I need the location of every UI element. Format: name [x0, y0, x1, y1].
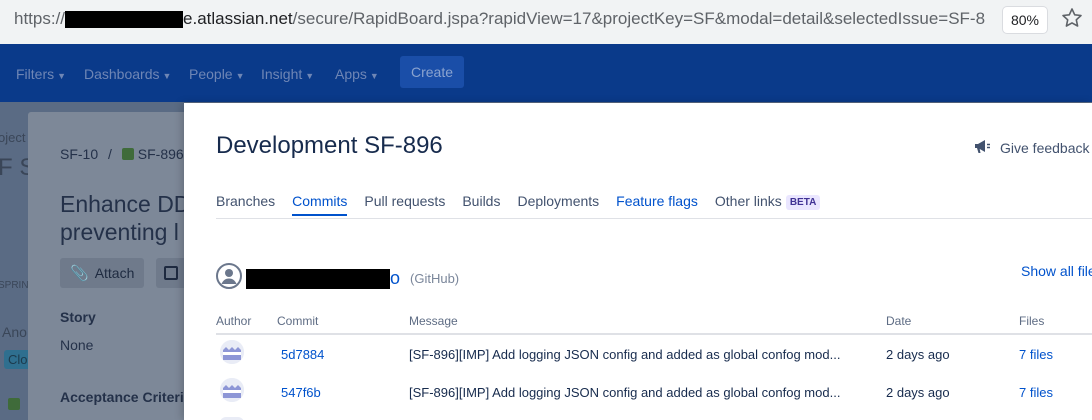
tab-bar: Branches Commits Pull requests Builds De…: [216, 193, 837, 216]
nav-insight[interactable]: Insight ▼: [261, 66, 314, 82]
project-breadcrumb: oject: [0, 130, 26, 145]
column-date: Date: [886, 314, 912, 328]
column-author: Author: [216, 314, 252, 328]
parent-issue-link[interactable]: SF-10: [60, 146, 98, 162]
commit-message: [SF-896][IMP] Add logging JSON config an…: [409, 385, 841, 400]
issue-title-line2: preventing l: [60, 219, 179, 245]
repository-name[interactable]: o: [390, 268, 400, 289]
tab-other-links[interactable]: Other links BETA: [714, 193, 821, 216]
story-icon: [8, 398, 20, 410]
tab-feature-flags[interactable]: Feature flags: [616, 193, 698, 216]
show-all-files-link[interactable]: Show all file: [1021, 263, 1092, 279]
give-feedback-button[interactable]: Give feedback: [972, 136, 1090, 159]
commit-hash-link[interactable]: 5d7884: [281, 347, 324, 362]
url-prefix: https://: [14, 9, 66, 28]
commit-hash-link[interactable]: 547f6b: [281, 385, 321, 400]
tab-builds[interactable]: Builds: [462, 193, 500, 216]
ano-label: Ano: [2, 324, 27, 340]
tab-commits[interactable]: Commits: [292, 193, 348, 216]
nav-label: Dashboards: [84, 66, 160, 82]
megaphone-icon: [972, 136, 992, 159]
nav-apps[interactable]: Apps ▼: [335, 66, 379, 82]
column-commit: Commit: [277, 314, 319, 328]
commit-date: 2 days ago: [886, 347, 950, 362]
table-row: 5d7884 [SF-896][IMP] Add logging JSON co…: [216, 336, 1092, 374]
commit-message: [SF-896][IMP] Add logging JSON config an…: [409, 347, 841, 362]
nav-label: Insight: [261, 66, 303, 82]
story-field-label: Story: [60, 309, 96, 325]
tab-pull-requests[interactable]: Pull requests: [364, 193, 445, 216]
zoom-indicator[interactable]: 80%: [1003, 7, 1047, 33]
nav-filters[interactable]: Filters ▼: [16, 66, 66, 82]
table-row: 547f6b [SF-896][IMP] Add logging JSON co…: [216, 374, 1092, 412]
paperclip-icon: 📎: [70, 265, 89, 282]
tab-branches[interactable]: Branches: [216, 193, 275, 216]
nav-label: Apps: [335, 66, 367, 82]
url-domain: e.atlassian.net: [183, 9, 293, 28]
repository-header: o (GitHub): [216, 263, 459, 294]
acceptance-criteria-label: Acceptance Criteria: [60, 389, 192, 405]
column-files: Files: [1019, 314, 1045, 328]
author-avatar: [220, 378, 244, 402]
tab-deployments[interactable]: Deployments: [517, 193, 599, 216]
create-button[interactable]: Create: [400, 56, 464, 88]
repository-name-redacted: [246, 268, 390, 289]
nav-dashboards[interactable]: Dashboards ▼: [84, 66, 171, 82]
url-path: /secure/RapidBoard.jspa?rapidView=17&pro…: [292, 9, 986, 28]
attach-label: Attach: [94, 265, 135, 281]
repository-host: (GitHub): [410, 271, 460, 286]
checkbox-icon: [164, 266, 178, 280]
url-field[interactable]: https:// e.atlassian.net/secure/RapidBoar…: [14, 9, 994, 29]
chevron-down-icon: ▼: [57, 71, 67, 81]
url-redacted: [65, 11, 184, 29]
chevron-down-icon: ▼: [235, 71, 245, 81]
breadcrumb-separator: /: [108, 146, 112, 162]
nav-people[interactable]: People ▼: [189, 66, 245, 82]
commit-date: 2 days ago: [886, 385, 950, 400]
chevron-down-icon: ▼: [369, 71, 379, 81]
issue-key-link[interactable]: SF-896: [138, 146, 184, 162]
repository-avatar-icon: [216, 263, 242, 294]
nav-label: Filters: [16, 66, 55, 82]
beta-badge: BETA: [785, 195, 821, 210]
modal-title: Development SF-896: [216, 132, 443, 159]
development-modal: Development SF-896 Give feedback Branche…: [184, 103, 1092, 420]
sprint-label: SPRIN: [0, 280, 29, 291]
author-avatar: [220, 340, 244, 364]
chevron-down-icon: ▼: [162, 71, 172, 81]
table-header-divider: [216, 333, 1092, 335]
feedback-label: Give feedback: [1000, 139, 1090, 156]
attach-button[interactable]: 📎 Attach: [60, 258, 144, 288]
browser-address-bar: https:// e.atlassian.net/secure/RapidBoar…: [0, 0, 1092, 44]
bookmark-star-icon[interactable]: [1060, 6, 1084, 35]
issue-title-line1: Enhance DD: [60, 191, 191, 217]
chevron-down-icon: ▼: [305, 71, 315, 81]
jira-top-nav: Filters ▼ Dashboards ▼ People ▼ Insight ▼ Ap…: [0, 44, 1092, 102]
story-field-value[interactable]: None: [60, 337, 93, 353]
story-type-icon: [121, 148, 134, 160]
tab-divider: [216, 218, 1092, 219]
breadcrumb: SF-10 / SF-896: [60, 146, 184, 162]
column-message: Message: [409, 314, 458, 328]
commit-files-link[interactable]: 7 files: [1019, 347, 1053, 362]
nav-label: People: [189, 66, 233, 82]
commit-files-link[interactable]: 7 files: [1019, 385, 1053, 400]
tab-label: Other links: [714, 193, 782, 209]
